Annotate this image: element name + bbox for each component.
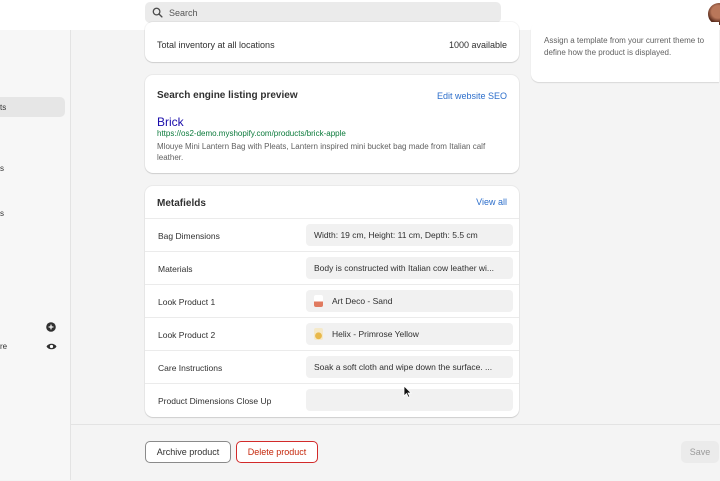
metafield-row: Product Dimensions Close Up <box>145 383 519 417</box>
metafield-label: Look Product 1 <box>158 297 216 307</box>
eye-icon[interactable] <box>46 342 57 352</box>
mouse-cursor-icon <box>403 385 413 400</box>
metafield-value-text: Helix - Primrose Yellow <box>332 329 419 339</box>
metafield-label: Look Product 2 <box>158 330 216 340</box>
view-all-metafields-link[interactable]: View all <box>476 197 507 207</box>
metafield-row: Care Instructions Soak a soft cloth and … <box>145 350 519 384</box>
sidebar-item-active-highlight[interactable] <box>0 97 65 117</box>
search-placeholder[interactable]: Search <box>169 8 198 18</box>
delete-product-button[interactable]: Delete product <box>236 441 318 463</box>
add-circle-icon[interactable] <box>46 322 56 332</box>
seo-page-title: Brick <box>157 115 184 129</box>
sidebar: ts s s re <box>0 30 71 480</box>
metafield-value-field[interactable]: Body is constructed with Italian cow lea… <box>306 257 513 279</box>
metafield-value-text: Soak a soft cloth and wipe down the surf… <box>314 362 493 372</box>
search-icon <box>145 7 169 18</box>
seo-description: Mlouye Mini Lantern Bag with Pleats, Lan… <box>157 142 486 162</box>
theme-template-card: Assign a template from your current them… <box>531 22 719 82</box>
metafield-row: Materials Body is constructed with Itali… <box>145 251 519 285</box>
seo-card-title: Search engine listing preview <box>157 90 298 101</box>
seo-preview-card: Search engine listing preview Edit websi… <box>145 75 519 173</box>
search-bar[interactable]: Search <box>145 2 501 23</box>
metafield-row: Look Product 2 Helix - Primrose Yellow <box>145 317 519 351</box>
metafield-label: Product Dimensions Close Up <box>158 396 272 406</box>
metafield-label: Care Instructions <box>158 363 223 373</box>
metafields-card: Metafields View all Bag Dimensions Width… <box>145 186 519 417</box>
sidebar-item-label[interactable]: s <box>0 164 4 173</box>
seo-url: https://os2-demo.myshopify.com/products/… <box>157 129 346 138</box>
metafield-value-field[interactable]: Art Deco - Sand <box>306 290 513 312</box>
save-button[interactable]: Save <box>681 441 719 463</box>
archive-product-button[interactable]: Archive product <box>145 441 231 463</box>
product-thumbnail-icon <box>314 328 323 340</box>
metafield-value-text: Width: 19 cm, Height: 11 cm, Depth: 5.5 … <box>314 230 478 240</box>
metafield-label: Materials <box>158 264 193 274</box>
sidebar-item-products[interactable]: ts <box>0 103 6 112</box>
inventory-value: 1000 available <box>448 40 507 50</box>
inventory-label: Total inventory at all locations <box>157 40 275 50</box>
metafield-label: Bag Dimensions <box>158 231 220 241</box>
sidebar-item-label[interactable]: s <box>0 209 4 218</box>
metafield-row: Look Product 1 Art Deco - Sand <box>145 284 519 318</box>
metafield-row: Bag Dimensions Width: 19 cm, Height: 11 … <box>145 218 519 252</box>
metafield-value-field[interactable]: Helix - Primrose Yellow <box>306 323 513 345</box>
inventory-card: Total inventory at all locations 1000 av… <box>145 22 519 62</box>
metafield-value-field[interactable]: Soak a soft cloth and wipe down the surf… <box>306 356 513 378</box>
metafield-value-text: Art Deco - Sand <box>332 296 393 306</box>
sidebar-item-online-store[interactable]: re <box>0 342 7 351</box>
product-thumbnail-icon <box>314 295 323 307</box>
theme-template-text: Assign a template from your current them… <box>544 36 705 57</box>
metafield-value-text: Body is constructed with Italian cow lea… <box>314 263 494 273</box>
metafield-value-field[interactable]: Width: 19 cm, Height: 11 cm, Depth: 5.5 … <box>306 224 513 246</box>
metafields-title: Metafields <box>157 198 206 209</box>
edit-seo-link[interactable]: Edit website SEO <box>437 91 507 101</box>
